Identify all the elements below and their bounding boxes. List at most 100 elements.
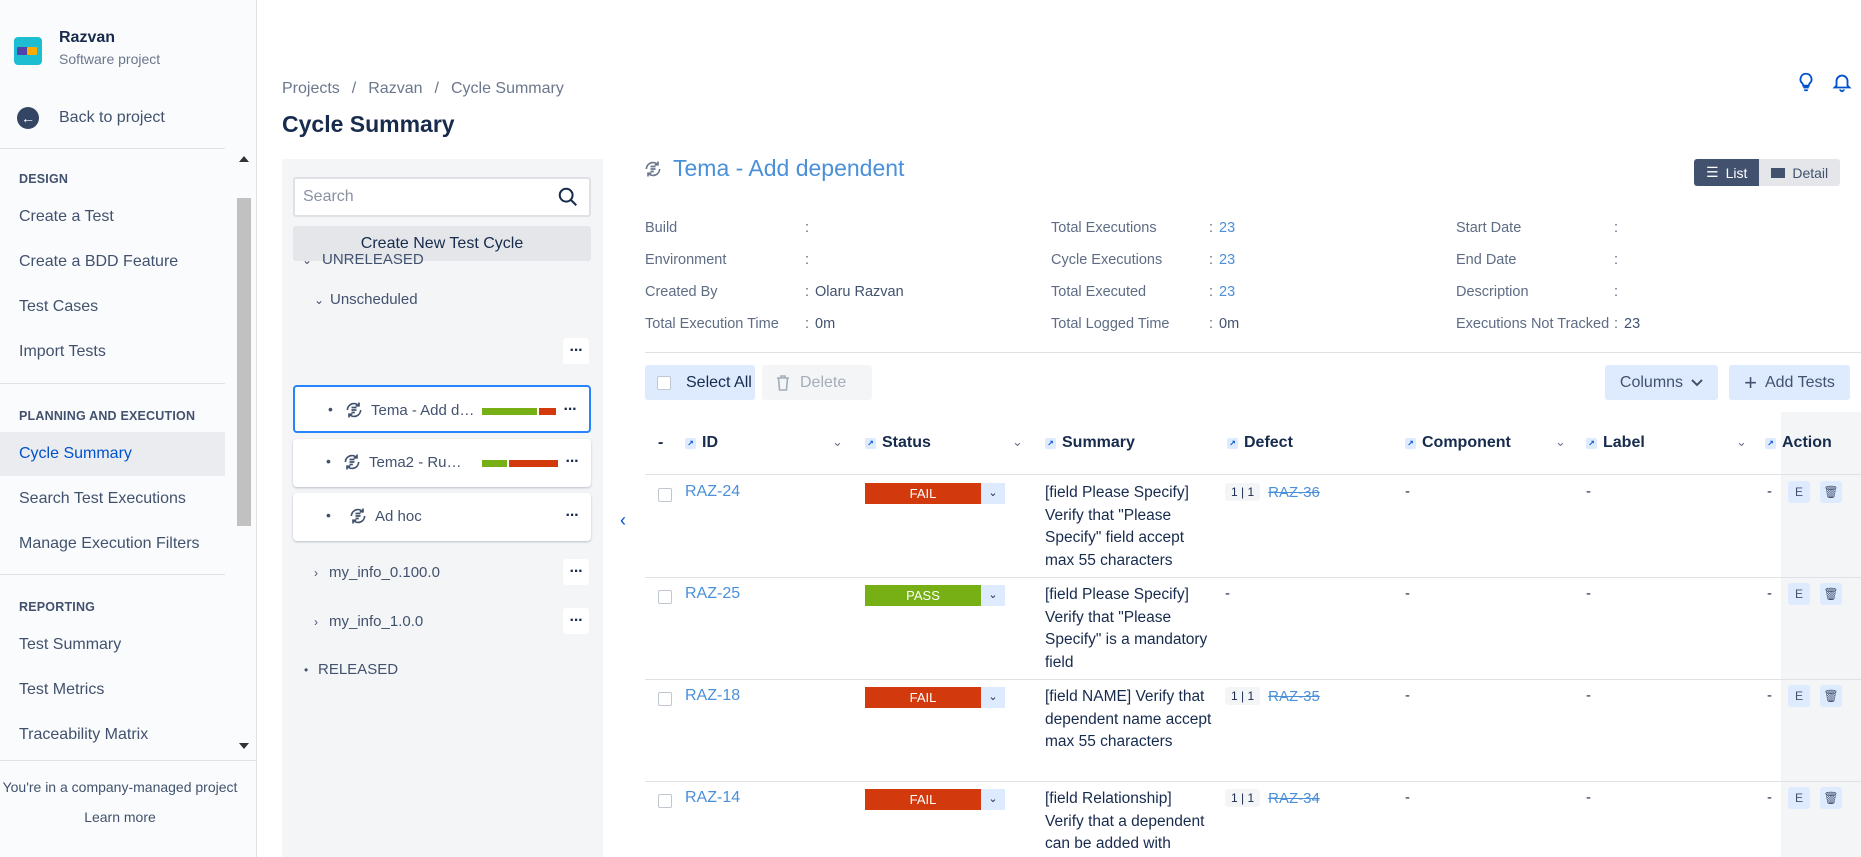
defect-link[interactable]: RAZ-35 [1268, 688, 1320, 705]
sidebar-item-create-bdd-feature[interactable]: Create a BDD Feature [0, 240, 225, 284]
sort-chevron-icon[interactable]: ⌄ [1736, 434, 1747, 450]
column-header-defect[interactable]: ↗ Defect [1227, 434, 1293, 452]
scroll-up-icon[interactable] [239, 156, 249, 162]
version-more-button[interactable]: ··· [563, 559, 589, 585]
bell-icon[interactable] [1831, 70, 1853, 94]
test-id-link[interactable]: RAZ-18 [685, 687, 740, 705]
cycle-item-tema2[interactable]: • Tema2 - Run tests ··· [293, 439, 591, 487]
lightbulb-icon[interactable] [1795, 70, 1817, 94]
cycle-more-button[interactable]: ··· [559, 503, 585, 529]
status-dropdown[interactable]: FAIL ⌄ [865, 789, 1005, 810]
tree-node-version-1-0-0[interactable]: › my_info_1.0.0 [314, 613, 423, 630]
tree-node-unscheduled[interactable]: ⌄ Unscheduled [314, 291, 418, 308]
breadcrumb-current[interactable]: Cycle Summary [451, 80, 564, 98]
meta-value-cycle-executions[interactable]: 23 [1219, 252, 1235, 268]
column-header-status[interactable]: ↗ Status [865, 434, 931, 452]
sort-chevron-icon[interactable]: ⌄ [1012, 434, 1023, 450]
defect-link[interactable]: RAZ-36 [1268, 484, 1320, 501]
scrollbar-thumb[interactable] [237, 198, 251, 526]
sidebar-item-create-test[interactable]: Create a Test [0, 195, 225, 239]
sidebar-scrollbar[interactable] [236, 150, 253, 755]
breadcrumb-projects[interactable]: Projects [282, 80, 340, 98]
list-view-button[interactable]: ☰ List [1694, 159, 1760, 186]
tree-node-version-0-100-0[interactable]: › my_info_0.100.0 [314, 564, 440, 581]
trash-icon[interactable]: 🗑 [1820, 583, 1842, 605]
pin-icon[interactable]: ↗ [865, 437, 876, 449]
edit-execution-icon[interactable]: E [1788, 583, 1810, 605]
cycle-more-button[interactable]: ··· [559, 449, 585, 475]
row-checkbox[interactable] [658, 590, 672, 604]
sort-chevron-icon[interactable]: ⌄ [1555, 434, 1566, 450]
cycle-name: Ad hoc [375, 508, 422, 525]
sidebar-item-test-cases[interactable]: Test Cases [0, 285, 225, 329]
pin-icon[interactable]: ↗ [1586, 437, 1597, 449]
collapse-panel-chevron-icon[interactable]: ‹ [620, 510, 626, 531]
back-to-project-link[interactable]: ← Back to project [17, 107, 165, 129]
row-checkbox[interactable] [658, 794, 672, 808]
pin-icon[interactable]: ↗ [685, 437, 696, 449]
meta-value-total-executions[interactable]: 23 [1219, 220, 1235, 236]
sort-chevron-icon[interactable]: ⌄ [832, 434, 843, 450]
column-header-id[interactable]: ↗ ID [685, 434, 718, 452]
sidebar-item-test-summary[interactable]: Test Summary [0, 623, 225, 667]
status-dropdown[interactable]: FAIL ⌄ [865, 687, 1005, 708]
add-tests-button[interactable]: + Add Tests [1729, 365, 1850, 400]
scroll-down-icon[interactable] [239, 743, 249, 749]
select-all-button[interactable]: Select All [645, 365, 755, 400]
defect-link[interactable]: RAZ-34 [1268, 790, 1320, 807]
cycle-item-ad-hoc[interactable]: • Ad hoc ··· [293, 493, 591, 541]
trash-icon[interactable]: 🗑 [1820, 787, 1842, 809]
chevron-down-icon[interactable]: ⌄ [981, 687, 1005, 708]
column-header-component[interactable]: ↗ Component [1405, 434, 1511, 452]
delete-button[interactable]: Delete [762, 365, 872, 400]
sidebar-item-traceability-matrix[interactable]: Traceability Matrix [0, 713, 225, 757]
sidebar-item-test-metrics[interactable]: Test Metrics [0, 668, 225, 712]
sidebar-item-cycle-summary[interactable]: Cycle Summary [0, 432, 225, 476]
sidebar-item-manage-execution-filters[interactable]: Manage Execution Filters [0, 522, 225, 566]
table-row[interactable]: RAZ-18 FAIL ⌄ [field NAME] Verify that d… [645, 680, 1861, 782]
edit-execution-icon[interactable]: E [1788, 685, 1810, 707]
learn-more-link[interactable]: Learn more [0, 809, 240, 825]
table-row[interactable]: RAZ-25 PASS ⌄ [field Please Specify] Ver… [645, 578, 1861, 680]
project-header[interactable]: Razvan Software project [14, 28, 160, 70]
pin-icon[interactable]: ↗ [1405, 437, 1416, 449]
version-more-button[interactable]: ··· [563, 608, 589, 634]
select-all-checkbox[interactable] [657, 375, 671, 390]
sidebar-item-import-tests[interactable]: Import Tests [0, 330, 225, 374]
chevron-down-icon[interactable]: ⌄ [981, 483, 1005, 504]
cycle-title-link[interactable]: Tema - Add dependent [673, 155, 904, 182]
pin-icon[interactable]: ↗ [1765, 437, 1776, 449]
tree-node-unreleased[interactable]: ⌄ UNRELEASED [302, 251, 424, 268]
sidebar-item-search-test-executions[interactable]: Search Test Executions [0, 477, 225, 521]
cycle-item-tema-add-dependent[interactable]: • Tema - Add dependent ··· [293, 385, 591, 433]
cycle-more-button[interactable]: ··· [557, 397, 583, 423]
pin-icon[interactable]: ↗ [1045, 437, 1056, 449]
edit-execution-icon[interactable]: E [1788, 787, 1810, 809]
test-id-link[interactable]: RAZ-24 [685, 483, 740, 501]
pin-icon[interactable]: ↗ [1227, 437, 1238, 449]
search-icon[interactable] [557, 186, 579, 208]
meta-value-total-executed[interactable]: 23 [1219, 284, 1235, 300]
edit-execution-icon[interactable]: E [1788, 481, 1810, 503]
column-header-summary[interactable]: ↗ Summary [1045, 434, 1135, 452]
breadcrumb-project[interactable]: Razvan [368, 80, 422, 98]
unscheduled-more-button[interactable]: ··· [563, 338, 589, 364]
trash-icon[interactable]: 🗑 [1820, 481, 1842, 503]
table-row[interactable]: RAZ-14 FAIL ⌄ [field Relationship] Verif… [645, 782, 1861, 857]
row-checkbox[interactable] [658, 488, 672, 502]
chevron-down-icon[interactable]: ⌄ [981, 789, 1005, 810]
chevron-down-icon[interactable]: ⌄ [981, 585, 1005, 606]
status-dropdown[interactable]: FAIL ⌄ [865, 483, 1005, 504]
detail-view-button[interactable]: Detail [1759, 159, 1841, 186]
tree-node-released[interactable]: • RELEASED [304, 661, 398, 678]
test-id-link[interactable]: RAZ-14 [685, 789, 740, 807]
row-checkbox[interactable] [658, 692, 672, 706]
status-dropdown[interactable]: PASS ⌄ [865, 585, 1005, 606]
columns-dropdown-button[interactable]: Columns [1605, 365, 1718, 400]
column-header-minus[interactable]: - [658, 434, 663, 452]
column-header-label[interactable]: ↗ Label [1586, 434, 1645, 452]
table-row[interactable]: RAZ-24 FAIL ⌄ [field Please Specify] Ver… [645, 476, 1861, 578]
trash-icon[interactable]: 🗑 [1820, 685, 1842, 707]
cycle-search-input[interactable] [295, 179, 535, 215]
test-id-link[interactable]: RAZ-25 [685, 585, 740, 603]
